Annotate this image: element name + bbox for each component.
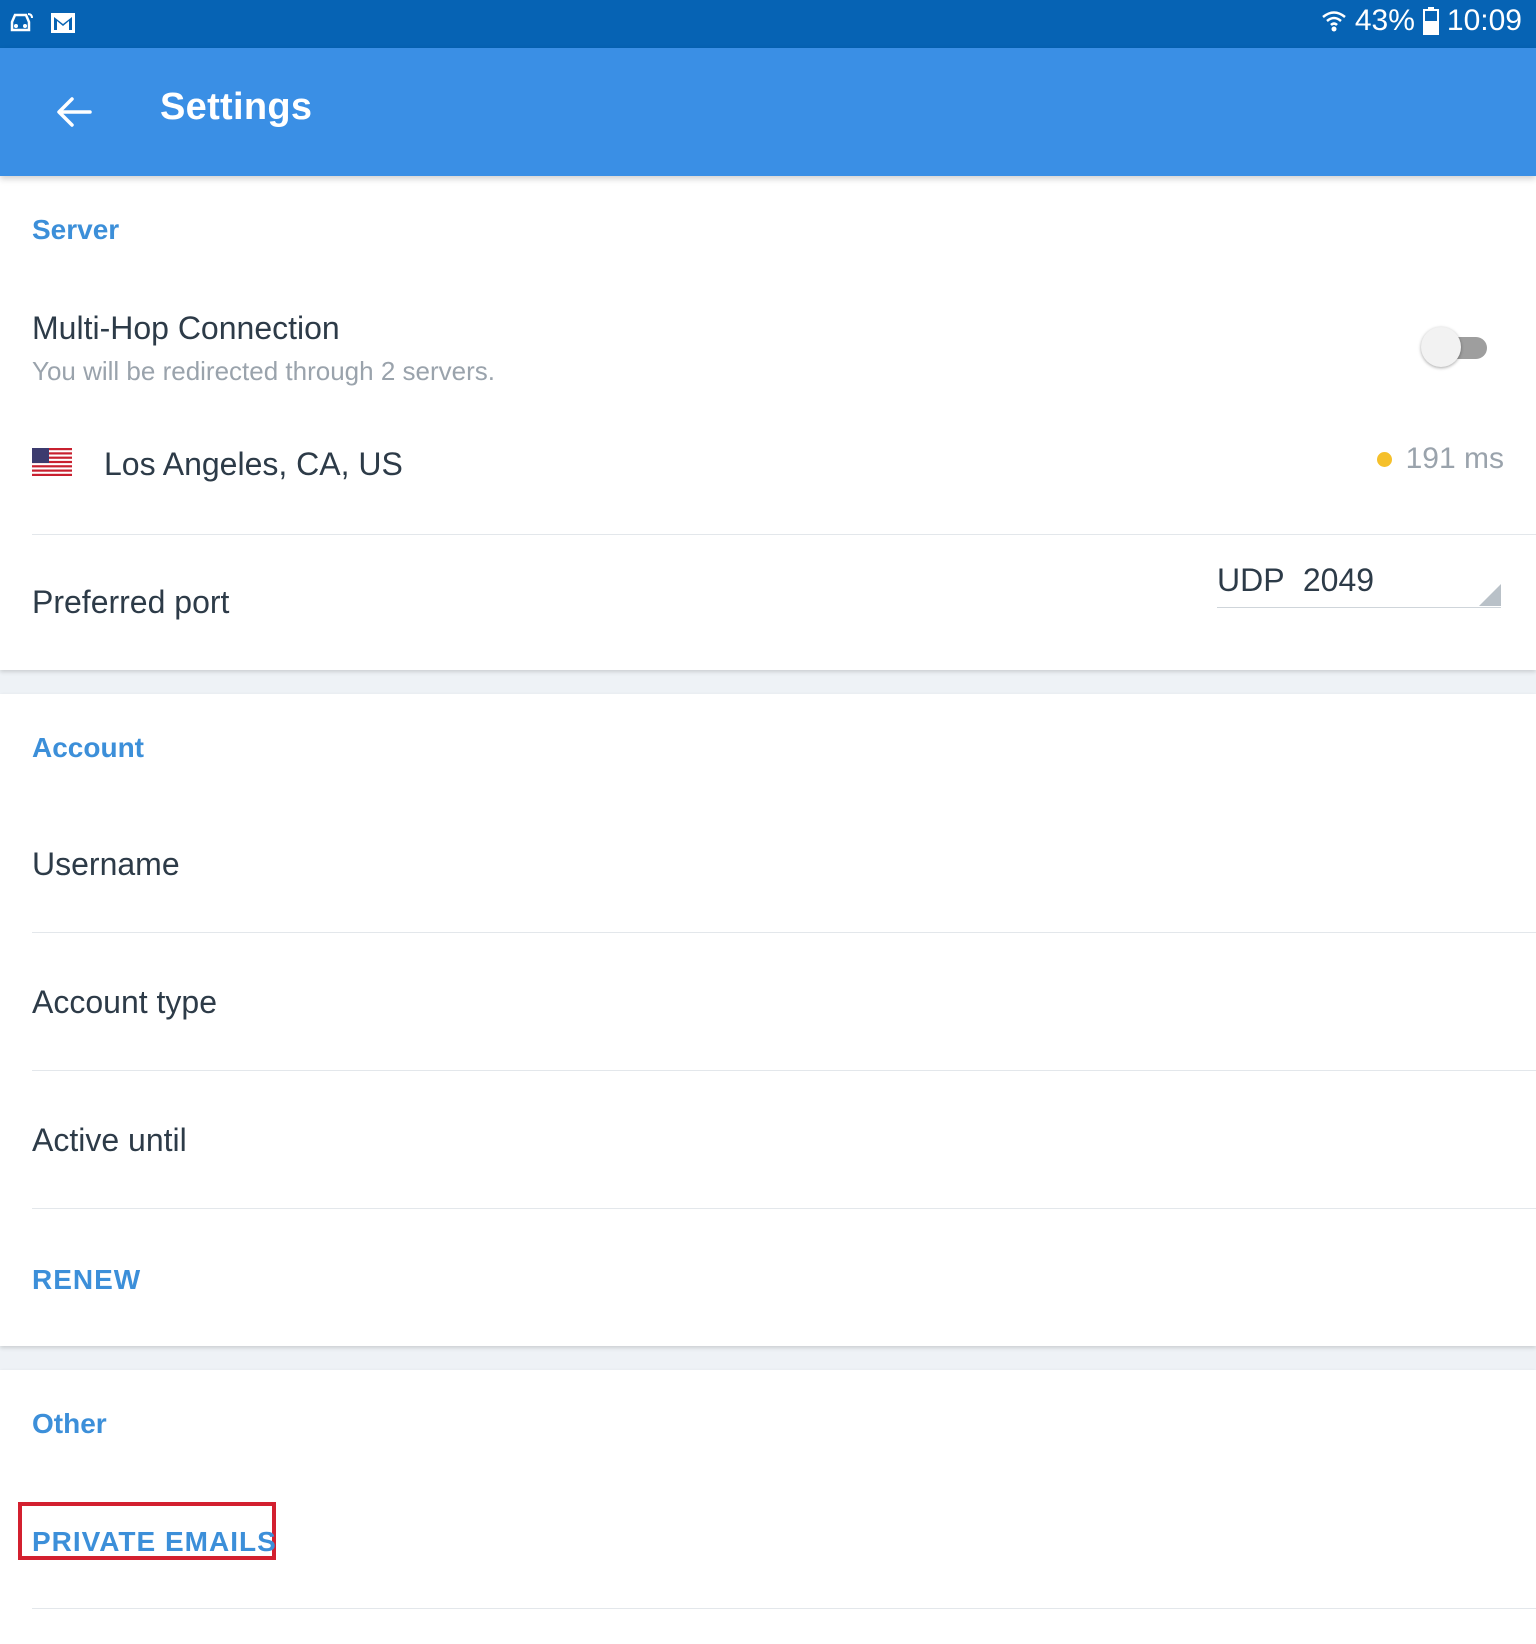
- preferred-port-label: Preferred port: [32, 584, 230, 620]
- multihop-subtitle: You will be redirected through 2 servers…: [32, 356, 495, 386]
- renew-button[interactable]: RENEW: [32, 1264, 141, 1296]
- divider: [32, 1208, 1536, 1209]
- wifi-icon: [1322, 11, 1346, 32]
- other-card: Other PRIVATE EMAILS: [0, 1370, 1536, 1644]
- divider: [32, 1608, 1536, 1609]
- app-bar: Settings: [0, 48, 1536, 176]
- server-location: Los Angeles, CA, US: [104, 446, 403, 482]
- ping-indicator: 191 ms: [1376, 442, 1504, 476]
- us-flag-icon: [32, 448, 72, 476]
- preferred-port-value: UDP 2049: [1217, 562, 1375, 598]
- toggle-thumb: [1421, 327, 1461, 367]
- account-type-label: Account type: [32, 984, 217, 1020]
- active-until-label: Active until: [32, 1122, 187, 1158]
- account-card: Account Username Account type Active unt…: [0, 694, 1536, 1346]
- divider: [32, 932, 1536, 933]
- ping-status-dot: [1376, 451, 1392, 467]
- divider: [32, 1070, 1536, 1071]
- status-icons-right: 43% 10:09: [1321, 4, 1522, 38]
- multihop-label: Multi-Hop Connection: [32, 310, 340, 346]
- private-emails-button[interactable]: PRIVATE EMAILS: [32, 1526, 277, 1558]
- username-label: Username: [32, 846, 180, 882]
- status-bar: 43% 10:09: [0, 0, 1536, 48]
- ping-value: 191 ms: [1405, 442, 1504, 475]
- back-button[interactable]: [44, 82, 104, 142]
- preferred-port-select[interactable]: UDP 2049: [1217, 558, 1501, 608]
- account-section-title: Account: [32, 732, 144, 763]
- select-underline: [1217, 607, 1501, 608]
- car-icon: [10, 13, 33, 32]
- other-section-title: Other: [32, 1408, 107, 1439]
- status-icons-left: [8, 10, 76, 36]
- server-card: Server Multi-Hop Connection You will be …: [0, 176, 1536, 670]
- mail-icon: [51, 13, 75, 33]
- clock: 10:09: [1446, 4, 1522, 37]
- arrow-left-icon: [57, 97, 92, 127]
- divider: [32, 534, 1536, 535]
- battery-icon: [1422, 7, 1439, 35]
- server-section-title: Server: [32, 214, 120, 245]
- multihop-toggle[interactable]: [1421, 327, 1491, 367]
- battery-percent: 43%: [1354, 4, 1415, 37]
- page-title: Settings: [160, 86, 313, 128]
- dropdown-corner-icon: [1479, 584, 1501, 606]
